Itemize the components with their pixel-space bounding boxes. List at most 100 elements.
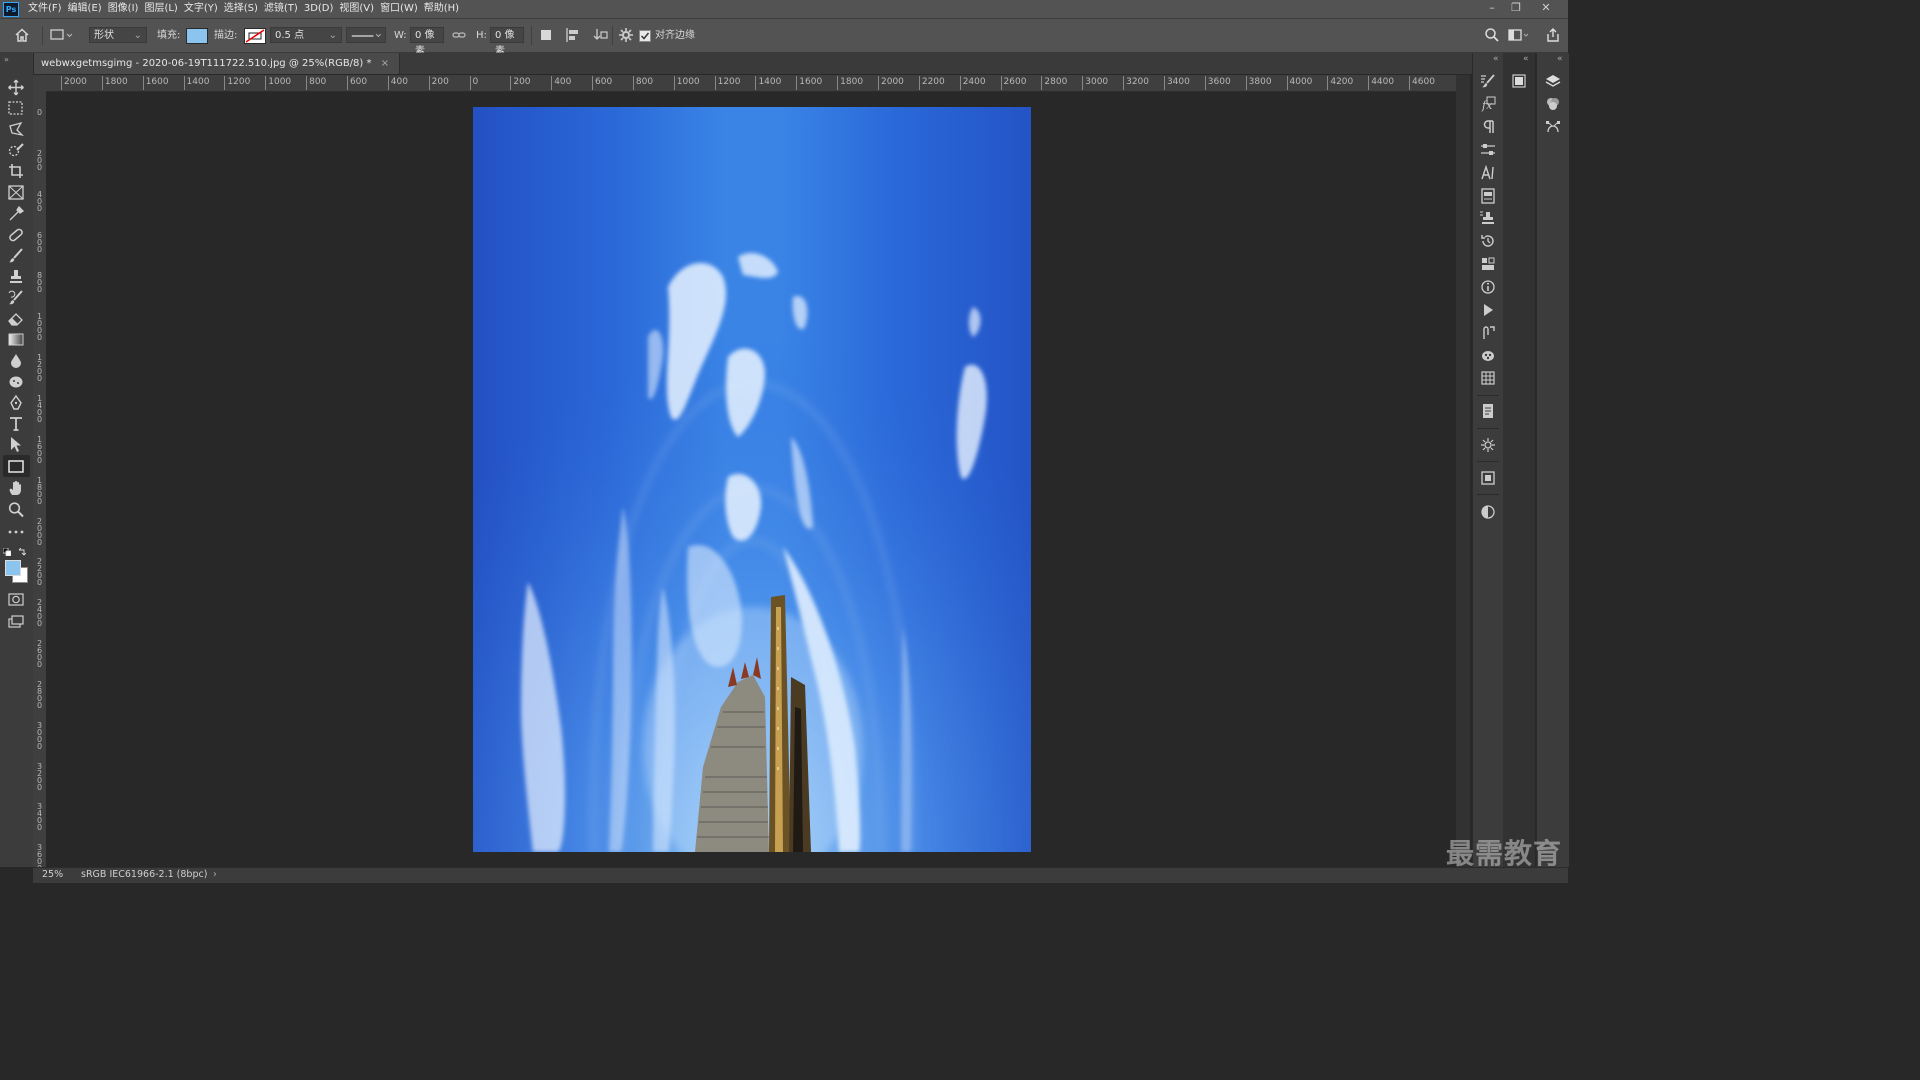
blur-tool-icon[interactable] bbox=[7, 352, 25, 369]
collapse-panel-icon[interactable]: « bbox=[1557, 54, 1563, 64]
actions-play-icon[interactable] bbox=[1480, 302, 1496, 318]
rectangle-tool-icon[interactable] bbox=[7, 458, 25, 475]
path-selection-tool-icon[interactable] bbox=[7, 436, 25, 453]
document-tab[interactable]: webwxgetmsgimg - 2020-06-19T111722.510.j… bbox=[34, 53, 401, 74]
default-colors-icon[interactable] bbox=[2, 546, 12, 557]
swatches-grid-icon[interactable] bbox=[1480, 370, 1496, 386]
layers-icon[interactable] bbox=[1545, 73, 1561, 89]
menu-image[interactable]: 图像(I) bbox=[108, 0, 145, 18]
path-operations-icon[interactable] bbox=[538, 27, 554, 43]
stroke-width-value: 0.5 点 bbox=[275, 30, 305, 41]
type-tool-icon[interactable] bbox=[7, 415, 25, 432]
ruler-tick-mark bbox=[101, 76, 103, 90]
menu-file[interactable]: 文件(F) bbox=[28, 0, 68, 18]
more-tools-icon[interactable] bbox=[7, 523, 25, 540]
swap-colors-icon[interactable] bbox=[18, 546, 27, 556]
character-icon[interactable] bbox=[1480, 165, 1496, 181]
brush-settings-icon[interactable] bbox=[1480, 73, 1496, 89]
restore-button[interactable]: ❐ bbox=[1505, 0, 1527, 17]
align-edges-label: 对齐边缘 bbox=[655, 30, 695, 41]
menu-3d[interactable]: 3D(D) bbox=[304, 0, 340, 18]
notes-icon[interactable] bbox=[1480, 403, 1496, 419]
eraser-tool-icon[interactable] bbox=[7, 310, 25, 327]
history-icon[interactable] bbox=[1480, 233, 1496, 249]
info-icon[interactable] bbox=[1480, 279, 1496, 295]
align-edges-checkbox[interactable] bbox=[639, 30, 651, 42]
tool-preset-picker[interactable] bbox=[50, 27, 73, 43]
hand-tool-icon[interactable] bbox=[7, 480, 25, 497]
ruler-tick-label: 1600 bbox=[799, 77, 823, 87]
properties-icon[interactable] bbox=[1480, 188, 1496, 204]
menu-select[interactable]: 选择(S) bbox=[224, 0, 264, 18]
menu-type[interactable]: 文字(Y) bbox=[184, 0, 224, 18]
link-icon[interactable] bbox=[451, 27, 467, 43]
crop-tool-icon[interactable] bbox=[7, 163, 25, 180]
quick-selection-tool-icon[interactable] bbox=[7, 142, 25, 159]
gear-icon[interactable] bbox=[618, 27, 634, 43]
ruler-tick-label: 2000 bbox=[881, 77, 904, 87]
screen-mode-icon[interactable] bbox=[7, 613, 25, 630]
menu-window[interactable]: 窗口(W) bbox=[380, 0, 424, 18]
channels-icon[interactable] bbox=[1480, 256, 1496, 272]
stroke-swatch[interactable] bbox=[244, 28, 266, 44]
search-icon[interactable] bbox=[1484, 27, 1500, 43]
path-alignment-icon[interactable] bbox=[565, 27, 581, 43]
collapse-panel-icon[interactable]: « bbox=[1523, 54, 1529, 64]
ruler-tick-label: 2200 bbox=[921, 77, 945, 87]
collapse-arrows-icon[interactable]: » bbox=[4, 55, 9, 64]
eyedropper-tool-icon[interactable] bbox=[7, 205, 25, 222]
frame-tool-icon[interactable] bbox=[7, 184, 25, 201]
lasso-tool-icon[interactable] bbox=[7, 121, 25, 138]
minimize-button[interactable]: – bbox=[1481, 0, 1503, 17]
workspace-icon[interactable] bbox=[1508, 27, 1529, 43]
color-wheel-icon[interactable] bbox=[1480, 347, 1496, 363]
close-button[interactable]: ✕ bbox=[1535, 0, 1557, 17]
3d-sun-icon[interactable] bbox=[1480, 437, 1496, 453]
pen-tool-icon[interactable] bbox=[7, 394, 25, 411]
paragraph-icon[interactable] bbox=[1480, 119, 1496, 135]
quick-mask-icon[interactable] bbox=[7, 591, 25, 608]
libraries-icon[interactable] bbox=[1480, 470, 1496, 486]
adjustments-circle-icon[interactable] bbox=[1480, 504, 1496, 520]
channels-circles-icon[interactable] bbox=[1545, 96, 1561, 112]
zoom-tool-icon[interactable] bbox=[7, 501, 25, 518]
sky-building-image bbox=[473, 107, 1031, 852]
gradient-tool-icon[interactable] bbox=[7, 331, 25, 348]
height-field[interactable]: 0 像素 bbox=[490, 27, 524, 57]
menu-view[interactable]: 视图(V) bbox=[339, 0, 380, 18]
tab-close-button[interactable]: × bbox=[381, 58, 389, 69]
healing-brush-tool-icon[interactable] bbox=[7, 226, 25, 243]
collapse-panel-icon[interactable]: « bbox=[1493, 54, 1499, 64]
stroke-width-field[interactable]: 0.5 点 ⌄ bbox=[270, 27, 342, 43]
menu-help[interactable]: 帮助(H) bbox=[424, 0, 465, 18]
sponge-tool-icon[interactable] bbox=[7, 373, 25, 390]
stroke-type-select[interactable] bbox=[346, 27, 386, 43]
clone-stamp-tool-icon[interactable] bbox=[7, 268, 25, 285]
move-tool-icon[interactable] bbox=[7, 79, 25, 96]
clone-source-icon[interactable] bbox=[1480, 210, 1496, 226]
adjustments-sliders-icon[interactable] bbox=[1480, 142, 1496, 158]
history-brush-tool-icon[interactable] bbox=[7, 289, 25, 306]
mode-select[interactable]: 形状 ⌄ bbox=[89, 27, 147, 43]
path-arrangement-icon[interactable] bbox=[592, 27, 608, 43]
foreground-color-swatch[interactable] bbox=[5, 560, 21, 576]
paths-icon[interactable] bbox=[1480, 325, 1496, 341]
menu-edit[interactable]: 编辑(E) bbox=[68, 0, 108, 18]
home-icon[interactable] bbox=[14, 27, 30, 43]
paths-bezier-icon[interactable] bbox=[1545, 119, 1561, 135]
marquee-tool-icon[interactable] bbox=[7, 100, 25, 117]
ruler-tick-label: 1000 bbox=[676, 77, 700, 87]
status-menu-arrow-icon[interactable]: › bbox=[213, 868, 217, 882]
color-panel-icon[interactable] bbox=[1511, 73, 1527, 89]
share-icon[interactable] bbox=[1545, 27, 1561, 43]
menu-filter[interactable]: 滤镜(T) bbox=[264, 0, 304, 18]
brush-tool-icon[interactable] bbox=[7, 247, 25, 264]
menu-layer[interactable]: 图层(L) bbox=[144, 0, 183, 18]
width-field[interactable]: 0 像素 bbox=[410, 27, 444, 57]
stroke-label: 描边: bbox=[214, 30, 238, 41]
zoom-level[interactable]: 25% bbox=[42, 868, 63, 882]
styles-fx-icon[interactable]: fx bbox=[1480, 96, 1496, 112]
document-image[interactable] bbox=[473, 107, 1031, 852]
fill-swatch[interactable] bbox=[186, 28, 208, 44]
vertical-scrollbar[interactable] bbox=[1456, 75, 1470, 867]
